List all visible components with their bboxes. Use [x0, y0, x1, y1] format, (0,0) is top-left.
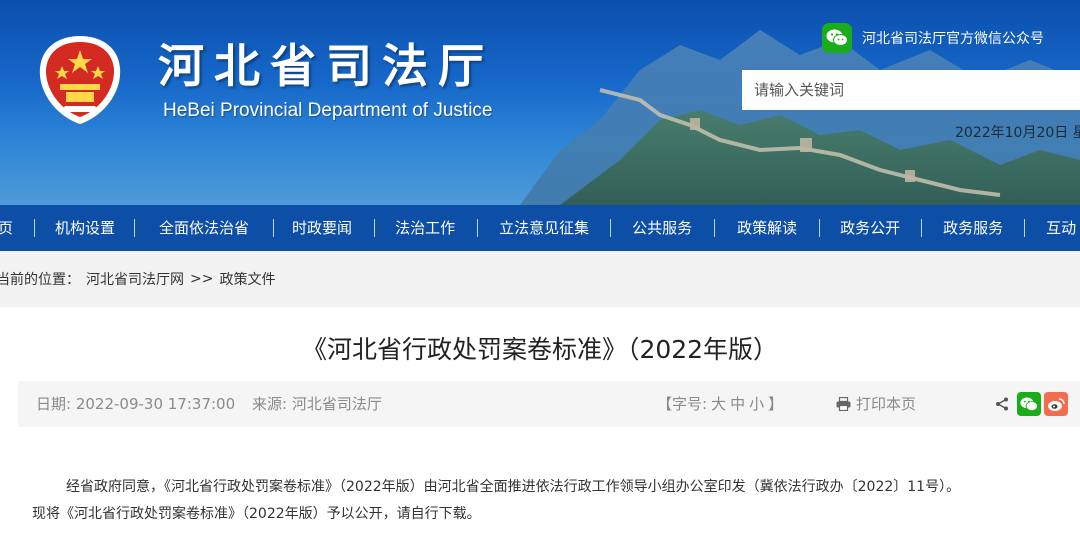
- nav-separator: [610, 219, 612, 237]
- wechat-share-icon[interactable]: [1017, 392, 1041, 416]
- nav-item-rule-of-law[interactable]: 全面依法治省: [159, 205, 249, 251]
- breadcrumb-label: 当前的位置：: [0, 272, 80, 288]
- font-size-medium-button[interactable]: 中: [730, 381, 745, 427]
- nav-separator: [714, 219, 716, 237]
- nav-item-legislation-feedback[interactable]: 立法意见征集: [499, 205, 589, 251]
- main-nav: 页 机构设置 全面依法治省 时政要闻 法治工作 立法意见征集 公共服务 政策解读…: [0, 205, 1080, 251]
- share-icon[interactable]: [992, 392, 1012, 416]
- nav-separator: [134, 219, 136, 237]
- font-size-large-button[interactable]: 大: [711, 381, 726, 427]
- breadcrumb-current-link[interactable]: 政策文件: [219, 269, 275, 289]
- share-toolbar: [992, 381, 1068, 427]
- article-body: 经省政府同意，《河北省行政处罚案卷标准》（2022年版）由河北省全面推进依法行政…: [32, 474, 1072, 528]
- nav-separator: [273, 219, 275, 237]
- nav-item-government-services[interactable]: 政务服务: [943, 205, 1003, 251]
- nav-item-news[interactable]: 时政要闻: [292, 205, 352, 251]
- font-size-label-open: 【字号:: [657, 395, 708, 413]
- nav-item-public-services[interactable]: 公共服务: [632, 205, 692, 251]
- nav-item-organization[interactable]: 机构设置: [55, 205, 115, 251]
- print-button[interactable]: 打印本页: [836, 381, 916, 427]
- search-input[interactable]: [742, 70, 1080, 110]
- nav-item-legal-work[interactable]: 法治工作: [395, 205, 455, 251]
- header-banner: 河北省司法厅 HeBei Provincial Department of Ju…: [0, 0, 1080, 205]
- print-label: 打印本页: [856, 395, 917, 413]
- wechat-label: 河北省司法厅官方微信公众号: [862, 31, 1044, 47]
- nav-item-policy-interpretation[interactable]: 政策解读: [737, 205, 797, 251]
- site-subtitle: HeBei Provincial Department of Justice: [163, 100, 493, 121]
- article-paragraph-line-1: 经省政府同意，《河北省行政处罚案卷标准》（2022年版）由河北省全面推进依法行政…: [66, 479, 961, 495]
- breadcrumb-home-link[interactable]: 河北省司法厅网: [86, 269, 184, 289]
- nav-separator: [477, 219, 479, 237]
- current-date: 2022年10月20日 星: [955, 125, 1080, 141]
- article-paragraph-line-2: 现将《河北省行政处罚案卷标准》（2022年版）予以公开，请自行下载。: [32, 506, 481, 522]
- article-source: 来源: 河北省司法厅: [252, 395, 382, 413]
- wechat-official-account-link[interactable]: 河北省司法厅官方微信公众号: [822, 22, 1044, 54]
- printer-icon: [836, 397, 851, 411]
- nav-item-interaction[interactable]: 互动: [1046, 205, 1076, 251]
- publish-date: 日期: 2022-09-30 17:37:00: [36, 395, 236, 413]
- breadcrumb: 当前的位置： 河北省司法厅网 >> 政策文件: [0, 251, 1080, 307]
- font-size-control: 【字号: 大 中 小 】: [655, 381, 785, 427]
- nav-separator: [819, 219, 821, 237]
- weibo-share-icon[interactable]: [1044, 392, 1068, 416]
- nav-separator: [34, 219, 36, 237]
- article-title: 《河北省行政处罚案卷标准》（2022年版）: [301, 335, 779, 364]
- justice-emblem-logo: [39, 36, 121, 124]
- breadcrumb-separator: >>: [190, 271, 214, 287]
- site-title: 河北省司法厅: [158, 39, 494, 93]
- nav-separator: [1024, 219, 1026, 237]
- nav-item-government-affairs[interactable]: 政务公开: [840, 205, 900, 251]
- font-size-label-close: 】: [768, 395, 784, 413]
- nav-item-home[interactable]: 页: [0, 205, 13, 251]
- nav-separator: [374, 219, 376, 237]
- wechat-icon: [822, 23, 852, 53]
- article-meta-bar: 日期: 2022-09-30 17:37:00 来源: 河北省司法厅 【字号: …: [18, 381, 1080, 427]
- nav-separator: [921, 219, 923, 237]
- font-size-small-button[interactable]: 小: [749, 381, 764, 427]
